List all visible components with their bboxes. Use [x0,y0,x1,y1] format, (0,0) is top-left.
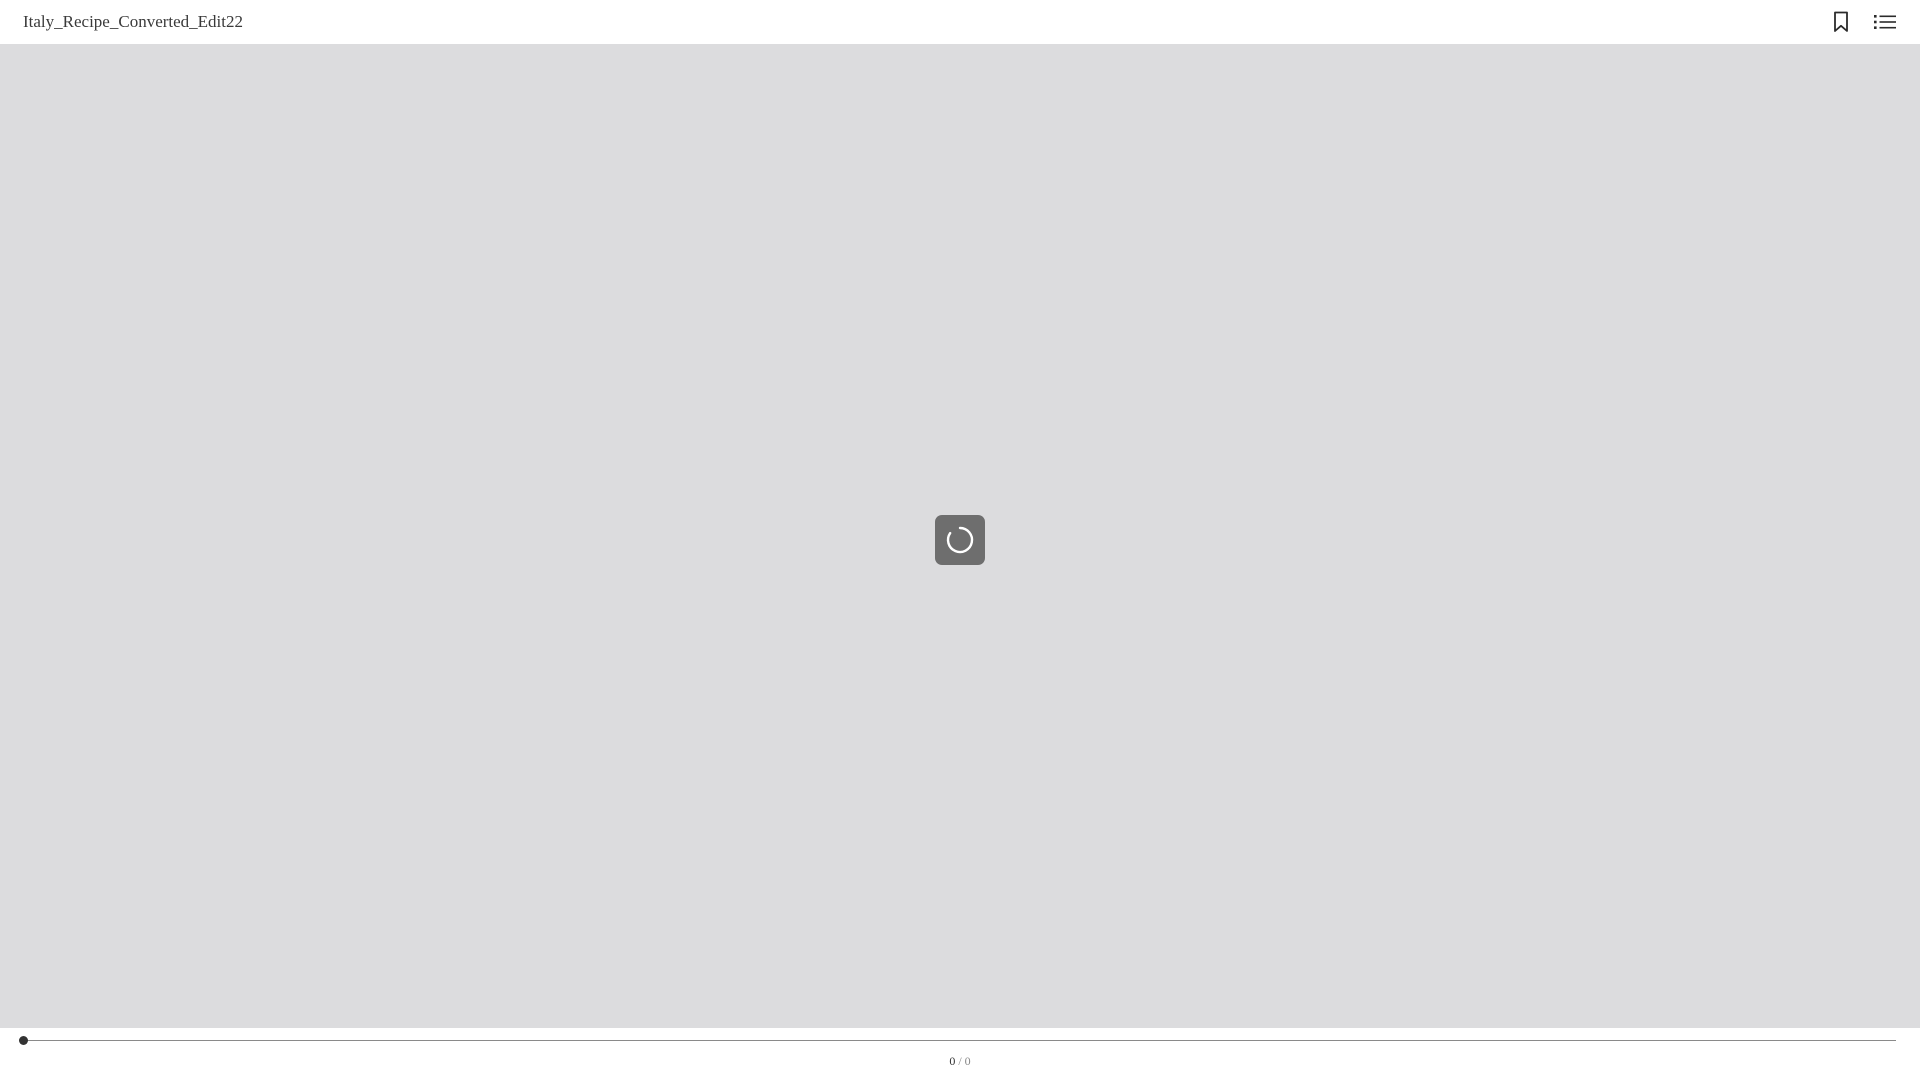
table-of-contents-icon[interactable] [1873,10,1897,34]
bottom-bar: 0 / 0 [0,1028,1920,1080]
page-slider-handle[interactable] [19,1036,28,1045]
loading-indicator [935,515,985,565]
document-viewer[interactable] [0,44,1920,1028]
loading-spinner-icon [946,526,974,554]
page-slider-track[interactable] [23,1040,1896,1041]
document-title: Italy_Recipe_Converted_Edit22 [23,12,243,31]
top-bar: Italy_Recipe_Converted_Edit22 [0,0,1920,44]
total-pages: 0 [964,1054,971,1068]
page-separator: / [955,1054,965,1068]
bookmark-icon[interactable] [1829,10,1853,34]
toolbar-actions [1829,10,1897,34]
page-counter: 0 / 0 [0,1054,1920,1069]
